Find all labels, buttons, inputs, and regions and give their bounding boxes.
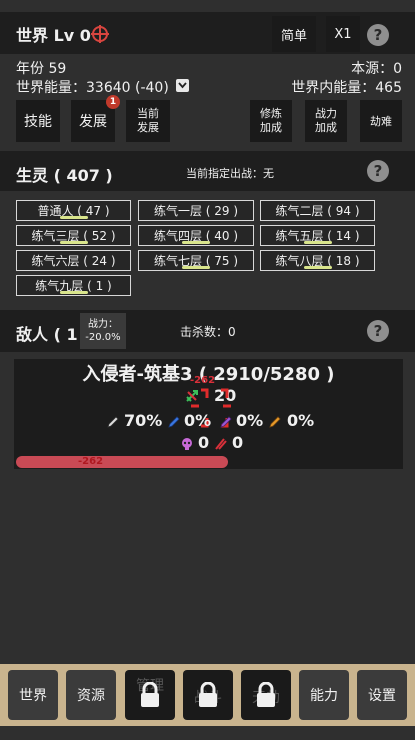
speed-button[interactable]: X1 xyxy=(326,16,360,52)
stat-value-1: 70% xyxy=(124,411,163,430)
nav-locked-button-1[interactable]: 管理 xyxy=(125,670,175,720)
hp-damage-text: -262 xyxy=(78,456,104,467)
chevron-down-icon[interactable] xyxy=(176,79,189,92)
inner-energy-text: 世界内能量：465 xyxy=(291,80,402,96)
tribulation-button[interactable]: 劫难 xyxy=(360,100,402,142)
beings-title: 生灵 ( 407 ) xyxy=(16,166,113,185)
nav-resources-button[interactable]: 资源 xyxy=(66,670,116,720)
blood-icon xyxy=(213,436,227,450)
stat-value-2: 0% xyxy=(184,411,212,430)
lock-icon xyxy=(257,682,275,707)
cultivate-bonus-button[interactable]: 修炼 加成 xyxy=(250,100,292,142)
being-chip[interactable]: 练气九层 ( 1 ) xyxy=(16,275,131,296)
enemy-hp-bar: -262 xyxy=(16,456,401,468)
stat-value-6: 0 xyxy=(232,433,244,452)
nav-locked-button-2[interactable]: 战斗 xyxy=(183,670,233,720)
being-chip[interactable]: 练气五层 ( 14 ) xyxy=(260,225,375,246)
being-chip[interactable]: 练气四层 ( 40 ) xyxy=(138,225,254,246)
assigned-battle-text: 当前指定出战：无 xyxy=(186,167,274,180)
blue-pencil-icon xyxy=(167,414,181,428)
nav-locked-button-3[interactable]: 天劫 xyxy=(241,670,291,720)
orange-pencil-icon xyxy=(268,414,282,428)
year-text: 年份 59 xyxy=(16,61,67,77)
pencil-icon xyxy=(106,414,120,428)
lock-icon xyxy=(141,682,159,707)
being-chip[interactable]: 练气三层 ( 52 ) xyxy=(16,225,131,246)
being-chip[interactable]: 练气七层 ( 75 ) xyxy=(138,250,254,271)
help-icon[interactable]: ? xyxy=(367,24,389,46)
stat-value-3: 0% xyxy=(236,411,264,430)
damage-float-text: -262 xyxy=(190,375,216,386)
nav-ability-button[interactable]: 能力 xyxy=(299,670,349,720)
nav-world-button[interactable]: 世界 xyxy=(8,670,58,720)
current-develop-button[interactable]: 当前 发展 xyxy=(126,100,170,142)
purple-pencil-icon xyxy=(219,414,233,428)
crosshair-icon[interactable] xyxy=(90,24,110,44)
nav-settings-button[interactable]: 设置 xyxy=(357,670,407,720)
enemy-hp-fill xyxy=(16,456,229,468)
lock-icon xyxy=(199,682,217,707)
being-chip[interactable]: 练气六层 ( 24 ) xyxy=(16,250,131,271)
difficulty-button[interactable]: 简单 xyxy=(272,16,316,52)
stat-value-4: 0% xyxy=(287,411,315,430)
develop-badge: 1 xyxy=(106,95,120,109)
world-energy-text: 世界能量：33640 (-40) xyxy=(16,80,169,96)
enemy-power-box: 战力： -20.0% xyxy=(80,313,126,349)
help-icon[interactable]: ? xyxy=(367,320,389,342)
world-title: 世界 Lv 0 xyxy=(16,26,91,45)
stat-value-5: 0 xyxy=(198,433,210,452)
skull-icon xyxy=(180,436,194,450)
power-bonus-button[interactable]: 战力 加成 xyxy=(305,100,347,142)
being-chip[interactable]: 练气八层 ( 18 ) xyxy=(260,250,375,271)
being-chip[interactable]: 练气二层 ( 94 ) xyxy=(260,200,375,221)
skills-button[interactable]: 技能 xyxy=(16,100,60,142)
being-chip[interactable]: 练气一层 ( 29 ) xyxy=(138,200,254,221)
help-icon[interactable]: ? xyxy=(367,160,389,182)
source-text: 本源：0 xyxy=(351,61,402,77)
kills-text: 击杀数：0 xyxy=(180,325,236,339)
being-chip[interactable]: 普通人 ( 47 ) xyxy=(16,200,131,221)
